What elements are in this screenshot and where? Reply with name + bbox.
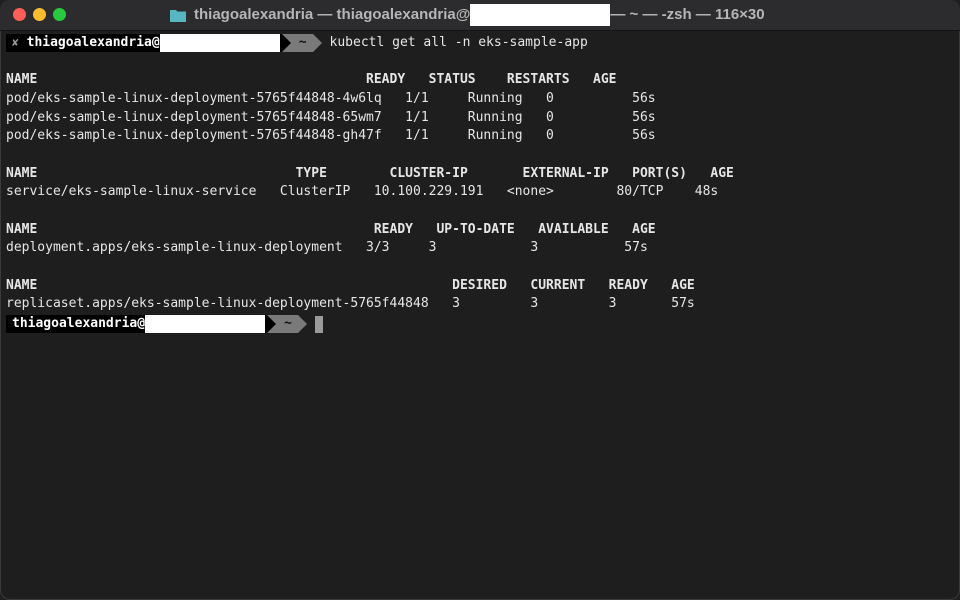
minimize-button[interactable] [33, 8, 46, 21]
window-title: thiagoalexandria — thiagoalexandria@ — ~… [170, 0, 765, 30]
output-line: deployment.apps/eks-sample-linux-deploym… [6, 240, 648, 255]
redacted-hostname [159, 34, 280, 52]
title-bar[interactable]: thiagoalexandria — thiagoalexandria@ — ~… [0, 0, 960, 31]
prompt-line[interactable]: thiagoalexandria@ ~ [6, 315, 323, 333]
output-header: NAME DESIRED CURRENT READY AGE [6, 278, 695, 293]
output-header: NAME READY UP-TO-DATE AVAILABLE AGE [6, 222, 656, 237]
output-line: pod/eks-sample-linux-deployment-5765f448… [6, 91, 656, 106]
text-cursor[interactable] [314, 315, 323, 333]
error-status-icon: ✘ [12, 36, 19, 49]
output-header: NAME READY STATUS RESTARTS AGE [6, 72, 617, 87]
folder-icon [170, 10, 186, 22]
output-header: NAME TYPE CLUSTER-IP EXTERNAL-IP PORT(S)… [6, 166, 734, 181]
powerline-separator-icon [297, 315, 307, 333]
terminal-content[interactable]: ✘ thiagoalexandria@ ~ kubectl get all -n… [6, 34, 954, 594]
prompt-dir: ~ [290, 34, 313, 52]
output-line: replicaset.apps/eks-sample-linux-deploym… [6, 296, 695, 311]
output-line: pod/eks-sample-linux-deployment-5765f448… [6, 128, 656, 143]
redacted-hostname [470, 4, 611, 26]
close-button[interactable] [13, 8, 26, 21]
powerline-separator-icon [281, 34, 291, 52]
prompt-user: thiagoalexandria@ [26, 35, 160, 50]
prompt-line: ✘ thiagoalexandria@ ~ kubectl get all -n… [6, 34, 588, 52]
redacted-hostname [145, 315, 266, 333]
prompt-user-segment: thiagoalexandria@ [6, 315, 268, 333]
powerline-separator-icon [267, 315, 277, 333]
prompt-dir: ~ [276, 315, 298, 333]
powerline-separator-icon [312, 34, 322, 52]
prompt-user: thiagoalexandria@ [12, 316, 146, 331]
window-title-suffix: — ~ — -zsh — 116×30 [610, 6, 765, 23]
terminal-window: thiagoalexandria — thiagoalexandria@ — ~… [0, 0, 960, 600]
prompt-user-segment: ✘ thiagoalexandria@ [6, 34, 282, 52]
zoom-button[interactable] [53, 8, 66, 21]
command-text: kubectl get all -n eks-sample-app [329, 35, 588, 50]
window-title-prefix: thiagoalexandria — thiagoalexandria@ [194, 6, 471, 23]
output-line: service/eks-sample-linux-service Cluster… [6, 184, 719, 199]
output-line: pod/eks-sample-linux-deployment-5765f448… [6, 110, 656, 125]
